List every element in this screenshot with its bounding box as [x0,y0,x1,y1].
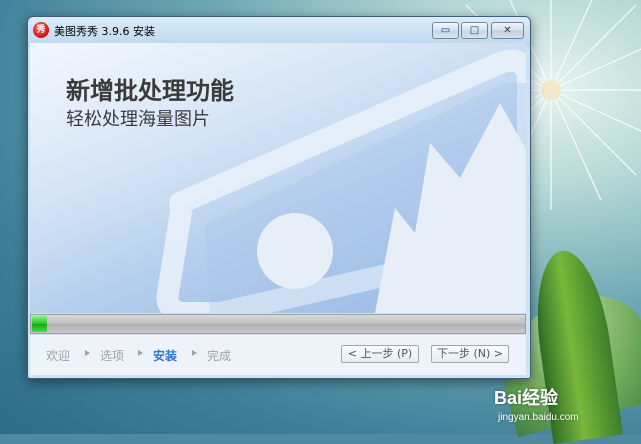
step-arrow-icon [85,350,90,356]
title-bar[interactable]: 秀 美图秀秀 3.9.6 安装 ▭ □ ✕ [28,17,530,43]
step-finish: 完成 [207,349,232,363]
step-options: 选项 [100,349,125,363]
maximize-button[interactable]: □ [461,22,488,39]
installer-window: 秀 美图秀秀 3.9.6 安装 ▭ □ ✕ 新增批处理功能 轻松处理海量图片 欢… [27,16,531,379]
promo-banner: 新增批处理功能 轻松处理海量图片 [30,43,526,313]
app-icon: 秀 [33,22,49,38]
next-button[interactable]: 下一步 (N) > [431,345,509,363]
back-button[interactable]: < 上一步 (P) [341,345,419,363]
banner-subline: 轻松处理海量图片 [66,109,210,130]
step-install: 安装 [153,349,178,363]
progress-fill [32,316,47,332]
step-arrow-icon [192,350,197,356]
step-arrow-icon [138,350,143,356]
step-welcome: 欢迎 [46,349,71,363]
install-progress-bar [30,314,526,334]
watermark-url: jingyan.baidu.com [498,412,579,423]
wizard-footer: 欢迎 选项 安装 完成 < 上一步 (P) 下一步 (N) > [30,335,526,375]
window-title: 美图秀秀 3.9.6 安装 [54,25,155,38]
baidu-watermark: Bai经验 jingyan.baidu.com [494,384,579,423]
watermark-brand: Bai经验 [494,388,559,408]
minimize-button[interactable]: ▭ [432,22,459,39]
banner-headline: 新增批处理功能 [66,77,234,105]
close-button[interactable]: ✕ [491,22,524,39]
